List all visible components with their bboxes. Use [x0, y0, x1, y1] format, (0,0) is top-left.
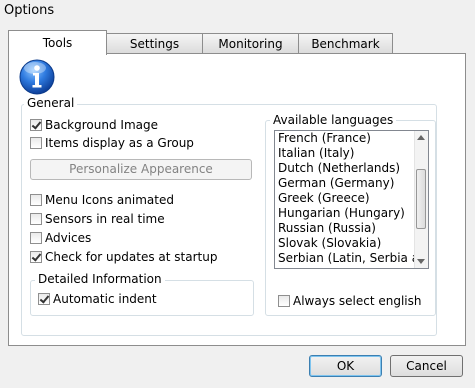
updates-label: Check for updates at startup [45, 250, 218, 264]
auto-indent-checkbox[interactable] [38, 293, 50, 305]
ok-button[interactable]: OK [309, 355, 382, 377]
list-item[interactable]: Hungarian (Hungary) [275, 206, 416, 221]
advices-checkbox[interactable] [30, 232, 42, 244]
window-title: Options [4, 3, 55, 18]
always-english-option[interactable]: Always select english [278, 293, 421, 309]
sensors-label: Sensors in real time [45, 212, 165, 226]
auto-indent-option[interactable]: Automatic indent [38, 291, 157, 307]
languages-scrollbar[interactable] [414, 131, 428, 268]
items-group-checkbox[interactable] [30, 137, 42, 149]
cancel-button[interactable]: Cancel [390, 355, 463, 377]
scroll-thumb[interactable] [416, 169, 426, 229]
general-legend: General [24, 96, 78, 110]
title-bar: Options [0, 0, 475, 24]
tab-monitoring[interactable]: Monitoring [202, 33, 299, 53]
languages-legend: Available languages [270, 113, 397, 127]
list-item[interactable]: French (France) [275, 131, 416, 146]
tab-strip: Tools Settings Monitoring Benchmark [8, 30, 468, 55]
sensors-checkbox[interactable] [30, 213, 42, 225]
updates-option[interactable]: Check for updates at startup [30, 249, 217, 265]
menu-icons-label: Menu Icons animated [45, 193, 174, 207]
tab-tools[interactable]: Tools [8, 30, 107, 55]
list-item[interactable]: Greek (Greece) [275, 191, 416, 206]
auto-indent-label: Automatic indent [53, 292, 157, 306]
always-english-label: Always select english [293, 294, 422, 308]
personalize-appearance-button: Personalize Appearence [30, 159, 252, 180]
menu-icons-checkbox[interactable] [30, 194, 42, 206]
languages-listbox[interactable]: French (France) Italian (Italy) Dutch (N… [274, 130, 429, 269]
items-group-label: Items display as a Group [45, 136, 194, 150]
list-item[interactable]: Italian (Italy) [275, 146, 416, 161]
info-icon [19, 59, 55, 95]
items-group-option[interactable]: Items display as a Group [30, 135, 194, 151]
advices-option[interactable]: Advices [30, 230, 91, 246]
list-item[interactable]: German (Germany) [275, 176, 416, 191]
scroll-up-icon[interactable] [417, 135, 425, 140]
sensors-option[interactable]: Sensors in real time [30, 211, 165, 227]
detailed-info-legend: Detailed Information [35, 272, 165, 286]
list-item[interactable]: Serbian (Latin, Serbia and Montenegro) [275, 251, 416, 266]
menu-icons-option[interactable]: Menu Icons animated [30, 192, 174, 208]
list-item[interactable]: Dutch (Netherlands) [275, 161, 416, 176]
list-item[interactable]: Russian (Russia) [275, 221, 416, 236]
background-image-checkbox[interactable] [30, 119, 42, 131]
tab-benchmark[interactable]: Benchmark [298, 33, 393, 53]
list-item[interactable]: Slovak (Slovakia) [275, 236, 416, 251]
always-english-checkbox[interactable] [278, 295, 290, 307]
background-image-label: Background Image [45, 118, 158, 132]
background-image-option[interactable]: Background Image [30, 117, 158, 133]
scroll-down-icon[interactable] [417, 259, 425, 264]
updates-checkbox[interactable] [30, 251, 42, 263]
advices-label: Advices [45, 231, 92, 245]
tab-settings[interactable]: Settings [106, 33, 203, 53]
